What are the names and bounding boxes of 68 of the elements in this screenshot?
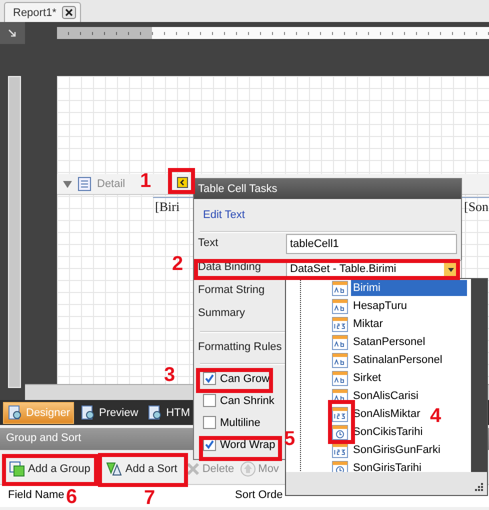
number-field-icon: [332, 316, 348, 332]
field-item[interactable]: SonGirisTarihi: [351, 460, 424, 476]
checkbox-option[interactable]: Word Wrap: [203, 438, 276, 451]
step-number: 3: [164, 364, 176, 387]
band-label: Detail: [97, 178, 126, 190]
page-icon: [147, 404, 164, 420]
field-label: Formatting Rules: [198, 341, 282, 353]
field-label: Summary: [198, 307, 246, 319]
page-icon: [7, 404, 23, 420]
sort-icon: [106, 461, 122, 477]
field-item[interactable]: SatinalanPersonel: [351, 352, 444, 368]
band-icon: [78, 177, 91, 191]
popup-title: Table Cell Tasks: [194, 179, 461, 199]
view-tab[interactable]: Preview: [77, 402, 142, 422]
edit-text-link[interactable]: Edit Text: [203, 209, 245, 221]
clock-icon: [332, 424, 348, 440]
step-number: 2: [172, 253, 184, 276]
text-field-icon: [332, 370, 348, 386]
smart-tag-icon[interactable]: [177, 177, 188, 188]
text-field-icon: [332, 352, 348, 368]
text-field-icon: [332, 280, 348, 296]
table-cell[interactable]: [Biri: [155, 199, 180, 215]
field-label: Format String: [198, 284, 265, 296]
field-label: Text: [198, 237, 218, 249]
highlight-frame: [168, 168, 195, 194]
field-item[interactable]: SatanPersonel: [351, 334, 428, 350]
field-item[interactable]: SonAlisMiktar: [351, 406, 422, 422]
table-cell[interactable]: [Son: [464, 199, 489, 215]
highlight-frame: [328, 400, 355, 444]
toolbar-button[interactable]: Add a Sort: [103, 459, 180, 479]
field-item[interactable]: Sirket: [351, 370, 384, 386]
text-field[interactable]: tableCell1: [286, 234, 457, 254]
view-tab[interactable]: HTM: [144, 402, 193, 422]
field-item[interactable]: SonAlisCarisi: [351, 388, 420, 404]
checkbox[interactable]: [203, 394, 216, 407]
option-label: Multiline: [220, 416, 260, 428]
checkbox-option[interactable]: Can Shrink: [203, 394, 274, 407]
toolbar-button[interactable]: Add a Group: [6, 459, 94, 479]
collapse-icon[interactable]: [63, 180, 72, 188]
resize-grip-icon[interactable]: [474, 482, 484, 492]
close-icon[interactable]: [62, 6, 76, 19]
vertical-scrollbar[interactable]: [471, 279, 487, 475]
checkbox-option[interactable]: Can Grow: [203, 372, 270, 385]
step-number: 1: [140, 170, 152, 193]
step-number: 6: [66, 486, 78, 509]
step-number: 4: [430, 405, 442, 428]
delete-icon: [186, 462, 200, 476]
field-item[interactable]: Birimi: [351, 280, 467, 296]
option-label: Word Wrap: [220, 438, 276, 450]
page-icon: [80, 404, 96, 420]
field-item[interactable]: SonCikisTarihi: [351, 424, 425, 440]
number-field-icon: [332, 406, 348, 422]
group-icon: [9, 461, 25, 477]
field-item[interactable]: SonGirisGunFarki: [351, 442, 442, 458]
field-item[interactable]: Miktar: [351, 316, 385, 332]
checkbox-option[interactable]: Multiline: [203, 416, 260, 429]
checkbox[interactable]: [203, 372, 216, 385]
document-tab[interactable]: Report1*: [4, 2, 82, 22]
column-header[interactable]: Sort Orde: [235, 489, 283, 501]
field-item[interactable]: HesapTuru: [351, 298, 410, 314]
text-field-icon: [332, 298, 348, 314]
column-header[interactable]: Field Name: [8, 489, 64, 501]
checkbox[interactable]: [203, 416, 216, 429]
step-number: 7: [144, 487, 156, 510]
text-field-icon: [332, 334, 348, 350]
resize-icon[interactable]: [8, 28, 17, 38]
option-label: Can Grow: [220, 372, 270, 384]
option-label: Can Shrink: [220, 394, 274, 406]
